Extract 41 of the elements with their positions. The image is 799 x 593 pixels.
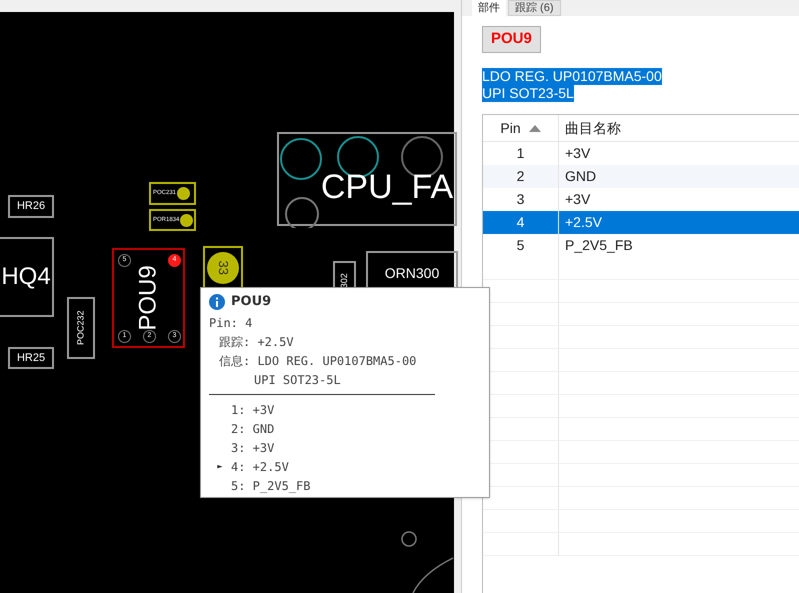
component-label: CPU_FA — [320, 166, 454, 208]
pin-entry: 1: +3V — [231, 402, 274, 418]
solder-pad — [180, 214, 194, 226]
solder-pad — [177, 187, 190, 200]
selected-description-text: LDO REG. UP0107BMA5-00 — [482, 68, 662, 85]
table-cell-text: +3V — [564, 144, 592, 163]
table-row[interactable]: 5 P_2V5_FB — [483, 234, 799, 257]
component-label: HR26 — [16, 199, 46, 214]
table-cell: 4 — [483, 211, 559, 234]
table-cell-text: P_2V5_FB — [564, 236, 634, 255]
info-icon — [209, 294, 225, 310]
column-header[interactable]: Pin — [483, 115, 559, 141]
component-label: 33 — [214, 260, 232, 276]
tooltip-text: 跟踪: +2.5V — [218, 334, 295, 350]
table-row[interactable]: 2 GND — [483, 165, 799, 188]
panel-tab[interactable]: 部件 — [472, 0, 506, 16]
current-pin-marker: ► — [217, 460, 223, 474]
tooltip-title: POU9 — [231, 293, 272, 311]
component-label: POU9 — [134, 265, 162, 331]
table-cell-text: +3V — [564, 190, 592, 209]
pin-entry: 5: P_2V5_FB — [231, 478, 310, 495]
selected-description-text: UPI SOT23-5L — [482, 85, 574, 102]
pin-entry: 4: +2.5V — [231, 458, 289, 476]
component-label: ORN300 — [384, 265, 440, 281]
table-cell: 5 — [483, 234, 559, 257]
component-label: 302 — [338, 273, 350, 289]
component-label: HR25 — [16, 350, 46, 366]
table-cell-text: GND — [564, 167, 598, 186]
component-label: HQ4 — [1, 262, 51, 292]
tooltip-text: Pin: 4 — [209, 314, 254, 332]
sort-ascending-icon — [528, 124, 541, 132]
component-label: POC232 — [74, 310, 86, 346]
pin-entry: 3: +3V — [231, 440, 274, 456]
tooltip-text: UPI SOT23-5L — [253, 372, 342, 388]
table-row[interactable]: 4 +2.5V — [483, 211, 799, 234]
column-header[interactable]: 曲目名称 — [559, 115, 799, 141]
panel-tab[interactable]: 跟踪 (6) — [508, 0, 560, 16]
table-cell-text: +2.5V — [564, 213, 603, 232]
tooltip-text: 信息: LDO REG. UP0107BMA5-00 — [218, 352, 418, 370]
table-cell: 2 — [483, 165, 559, 188]
pin-entry: 2: GND — [231, 420, 274, 438]
